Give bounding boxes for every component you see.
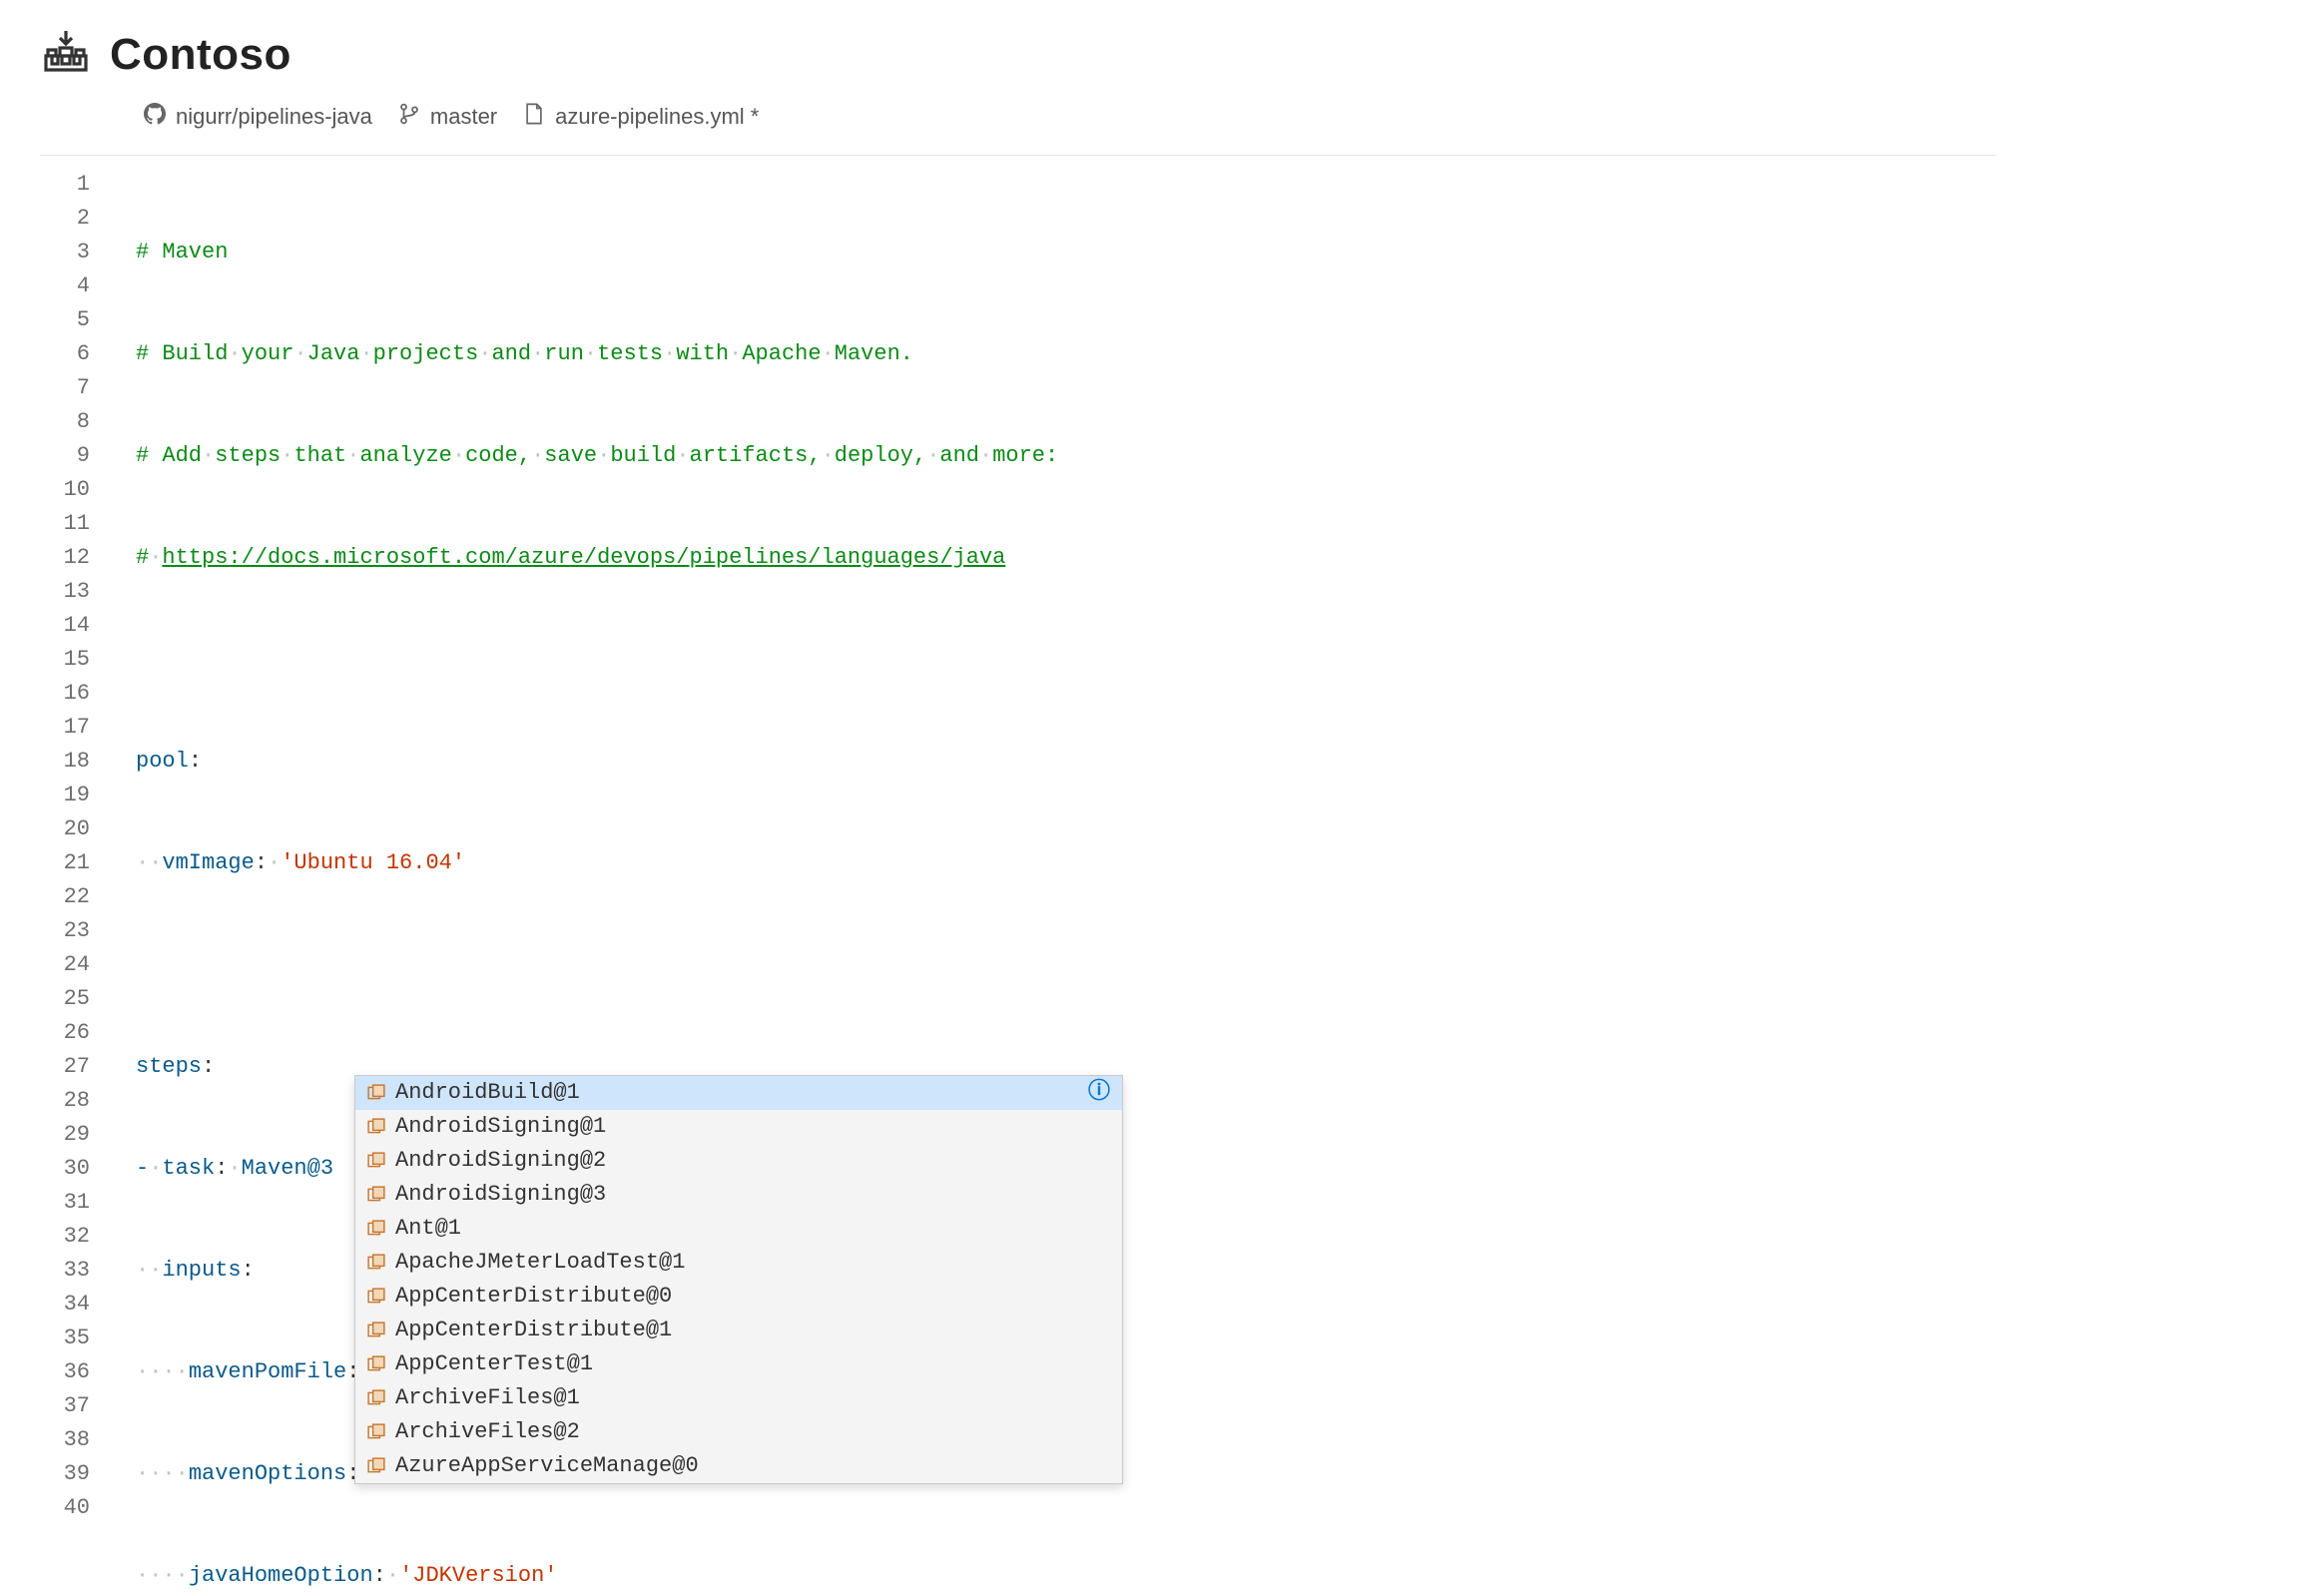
autocomplete-popup[interactable]: AndroidBuild@1ⓘAndroidSigning@1AndroidSi…: [354, 1075, 1123, 1484]
breadcrumb-file[interactable]: azure-pipelines.yml *: [523, 103, 759, 131]
task-icon: [367, 1254, 385, 1272]
line-number: 11: [40, 507, 90, 541]
breadcrumb-branch-label: master: [430, 104, 497, 130]
autocomplete-item[interactable]: AndroidBuild@1 ⓘ: [355, 1076, 1122, 1110]
autocomplete-label: AppCenterTest@1: [395, 1347, 593, 1381]
line-number: 7: [40, 371, 90, 405]
line-number: 21: [40, 846, 90, 880]
autocomplete-label: AndroidBuild@1: [395, 1076, 580, 1110]
line-number: 34: [40, 1288, 90, 1322]
breadcrumb-repo-label: nigurr/pipelines-java: [176, 104, 372, 130]
line-number: 4: [40, 269, 90, 303]
line-number: 19: [40, 779, 90, 812]
autocomplete-item[interactable]: AppCenterTest@1: [355, 1347, 1122, 1381]
file-icon: [523, 103, 545, 131]
autocomplete-label: AndroidSigning@2: [395, 1144, 606, 1178]
autocomplete-item[interactable]: AppCenterDistribute@0: [355, 1280, 1122, 1314]
autocomplete-label: AzureAppServiceManage@0: [395, 1449, 699, 1483]
line-number: 6: [40, 337, 90, 371]
line-number: 17: [40, 711, 90, 745]
breadcrumb: nigurr/pipelines-java master azure-pipel…: [0, 99, 2300, 155]
line-number: 35: [40, 1322, 90, 1355]
autocomplete-label: AppCenterDistribute@1: [395, 1314, 672, 1347]
line-number: 40: [40, 1491, 90, 1525]
line-number: 5: [40, 303, 90, 337]
github-icon: [144, 103, 166, 131]
line-number: 20: [40, 812, 90, 846]
line-number: 15: [40, 643, 90, 677]
line-number: 32: [40, 1220, 90, 1254]
line-number-gutter: 1234567891011121314151617181920212223242…: [40, 156, 108, 1596]
line-number: 26: [40, 1016, 90, 1050]
line-number: 16: [40, 677, 90, 711]
autocomplete-item[interactable]: AndroidSigning@3: [355, 1178, 1122, 1212]
autocomplete-label: ApacheJMeterLoadTest@1: [395, 1246, 685, 1280]
info-icon[interactable]: ⓘ: [1088, 1076, 1110, 1110]
line-number: 27: [40, 1050, 90, 1084]
page-title: Contoso: [110, 30, 291, 80]
autocomplete-item[interactable]: AzureAppServiceManage@0: [355, 1449, 1122, 1483]
line-number: 12: [40, 541, 90, 575]
breadcrumb-repo[interactable]: nigurr/pipelines-java: [144, 103, 372, 131]
autocomplete-item[interactable]: ArchiveFiles@2: [355, 1415, 1122, 1449]
line-number: 36: [40, 1355, 90, 1389]
line-number: 39: [40, 1457, 90, 1491]
line-number: 18: [40, 745, 90, 779]
task-icon: [367, 1322, 385, 1339]
line-number: 25: [40, 982, 90, 1016]
line-number: 30: [40, 1152, 90, 1186]
task-icon: [367, 1220, 385, 1238]
breadcrumb-file-label: azure-pipelines.yml *: [555, 104, 759, 130]
line-number: 1: [40, 168, 90, 202]
breadcrumb-branch[interactable]: master: [398, 103, 497, 131]
autocomplete-label: ArchiveFiles@1: [395, 1381, 580, 1415]
autocomplete-label: Ant@1: [395, 1212, 461, 1246]
task-icon: [367, 1355, 385, 1373]
autocomplete-item[interactable]: ApacheJMeterLoadTest@1: [355, 1246, 1122, 1280]
code-editor[interactable]: 1234567891011121314151617181920212223242…: [40, 155, 1997, 1596]
line-number: 28: [40, 1084, 90, 1118]
task-icon: [367, 1389, 385, 1407]
line-number: 13: [40, 575, 90, 609]
line-number: 2: [40, 202, 90, 236]
line-number: 29: [40, 1118, 90, 1152]
line-number: 8: [40, 405, 90, 439]
autocomplete-item[interactable]: AppCenterDistribute@1: [355, 1314, 1122, 1347]
task-icon: [367, 1152, 385, 1170]
pipelines-logo-icon: [42, 28, 90, 81]
task-icon: [367, 1457, 385, 1475]
autocomplete-label: AndroidSigning@1: [395, 1110, 606, 1144]
code-area[interactable]: # Maven # Build·your·Java·projects·and·r…: [108, 156, 1269, 1596]
autocomplete-label: AppCenterDistribute@0: [395, 1280, 672, 1314]
task-icon: [367, 1423, 385, 1441]
line-number: 38: [40, 1423, 90, 1457]
line-number: 9: [40, 439, 90, 473]
line-number: 31: [40, 1186, 90, 1220]
autocomplete-item[interactable]: AndroidSigning@2: [355, 1144, 1122, 1178]
autocomplete-label: ArchiveFiles@2: [395, 1415, 580, 1449]
task-icon: [367, 1084, 385, 1102]
line-number: 10: [40, 473, 90, 507]
line-number: 24: [40, 948, 90, 982]
autocomplete-item[interactable]: AndroidSigning@1: [355, 1110, 1122, 1144]
line-number: 14: [40, 609, 90, 643]
header: Contoso: [0, 0, 2300, 99]
autocomplete-label: AndroidSigning@3: [395, 1178, 606, 1212]
line-number: 22: [40, 880, 90, 914]
autocomplete-item[interactable]: Ant@1: [355, 1212, 1122, 1246]
line-number: 37: [40, 1389, 90, 1423]
task-icon: [367, 1118, 385, 1136]
task-icon: [367, 1288, 385, 1306]
autocomplete-item[interactable]: ArchiveFiles@1: [355, 1381, 1122, 1415]
task-icon: [367, 1186, 385, 1204]
line-number: 33: [40, 1254, 90, 1288]
branch-icon: [398, 103, 420, 131]
line-number: 3: [40, 236, 90, 269]
line-number: 23: [40, 914, 90, 948]
